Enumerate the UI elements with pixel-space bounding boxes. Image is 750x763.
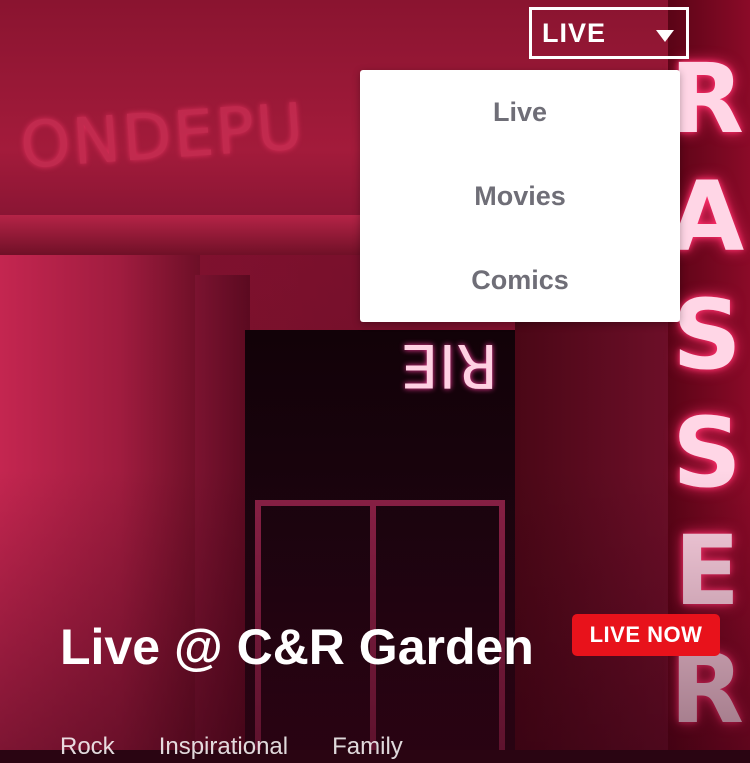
- live-now-badge: LIVE NOW: [572, 614, 720, 656]
- dropdown-item-live[interactable]: Live: [360, 70, 680, 154]
- category-selector-label: LIVE: [542, 17, 607, 48]
- tag-inspirational[interactable]: Inspirational: [159, 733, 288, 763]
- category-dropdown-menu: Live Movies Comics: [360, 70, 680, 322]
- dropdown-item-movies[interactable]: Movies: [360, 154, 680, 238]
- bottom-gradient-overlay: [0, 470, 750, 750]
- dropdown-item-comics[interactable]: Comics: [360, 238, 680, 322]
- tag-rock[interactable]: Rock: [60, 733, 115, 763]
- neon-sign-small: RIE: [400, 330, 498, 400]
- event-title[interactable]: Live @ C&R Garden: [60, 618, 534, 676]
- genre-tags: Rock Inspirational Family: [60, 733, 403, 763]
- tag-family[interactable]: Family: [332, 733, 403, 763]
- caret-down-icon: [656, 30, 674, 42]
- category-selector[interactable]: LIVE: [529, 7, 689, 59]
